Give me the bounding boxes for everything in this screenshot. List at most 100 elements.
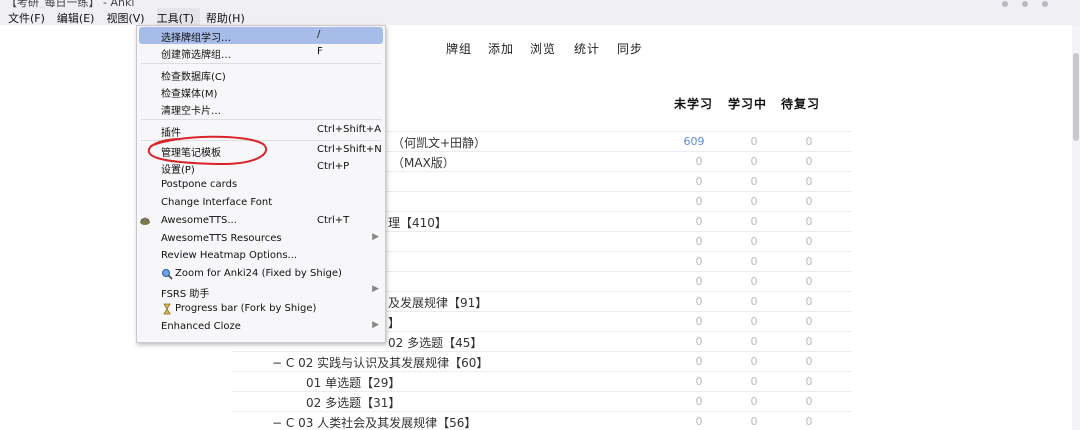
submenu-arrow-icon: ▶	[372, 232, 379, 242]
due-count: 0	[805, 335, 813, 348]
menu-item-empty-cards[interactable]: 清理空卡片…	[139, 100, 383, 117]
menu-item-label: 创建筛选牌组…	[161, 50, 231, 61]
learn-count: 0	[750, 355, 758, 368]
hourglass-icon	[161, 303, 173, 315]
due-count: 0	[805, 215, 813, 228]
menu-help[interactable]: 帮助(H)	[206, 8, 251, 25]
menu-item-label: AwesomeTTS...	[161, 215, 237, 226]
learn-count: 0	[750, 315, 758, 328]
new-count: 0	[695, 355, 703, 368]
menu-view[interactable]: 视图(V)	[106, 8, 150, 25]
deck-row[interactable]: 01 单选题【29】 0 0 0	[232, 371, 852, 391]
toolbar-browse-button[interactable]: 浏览	[530, 40, 556, 57]
maximize-icon[interactable]	[1022, 1, 1028, 7]
menu-item-create-filtered-deck[interactable]: 创建筛选牌组… F	[139, 44, 383, 61]
menu-item-enhanced-cloze[interactable]: Enhanced Cloze ▶	[139, 319, 383, 336]
menu-item-shortcut: Ctrl+Shift+A	[317, 124, 382, 135]
column-header-learning: 学习中	[728, 97, 768, 111]
deck-name[interactable]: − C 03 人类社会及其发展规律【56】	[272, 414, 476, 430]
new-count: 0	[695, 275, 703, 288]
title-bar: 【考研_每日一练】 - Anki	[0, 0, 1080, 8]
learn-count: 0	[750, 295, 758, 308]
scrollbar-thumb[interactable]	[1073, 53, 1079, 141]
minimize-icon[interactable]	[1002, 1, 1008, 7]
menu-item-fsrs-helper[interactable]: FSRS 助手 ▶	[139, 283, 383, 300]
toolbar-stats-button[interactable]: 统计	[574, 40, 600, 57]
deck-row[interactable]: 02 多选题【31】 0 0 0	[232, 391, 852, 411]
menu-bar: 文件(F) 编辑(E) 视图(V) 工具(T) 帮助(H)	[0, 8, 1080, 25]
menu-item-check-media[interactable]: 检查媒体(M)	[139, 83, 383, 100]
menu-item-check-database[interactable]: 检查数据库(C)	[139, 66, 383, 83]
menu-item-progress-bar[interactable]: Progress bar (Fork by Shige)	[139, 301, 383, 318]
menu-separator	[141, 119, 381, 120]
due-count: 0	[805, 395, 813, 408]
tools-menu: 选择牌组学习… / 创建筛选牌组… F 检查数据库(C) 检查媒体(M) 清理空…	[136, 25, 386, 343]
learn-count: 0	[750, 135, 758, 148]
menu-item-shortcut: Ctrl+P	[317, 161, 350, 172]
deck-row[interactable]: − C 02 实践与认识及其发展规律【60】 0 0 0	[232, 351, 852, 371]
menu-item-label: Enhanced Cloze	[161, 321, 241, 332]
menu-item-shortcut: /	[317, 29, 321, 40]
new-count: 0	[695, 335, 703, 348]
learn-count: 0	[750, 235, 758, 248]
menu-item-shortcut: Ctrl+Shift+N	[317, 144, 382, 155]
new-count: 609	[683, 135, 705, 148]
deck-name[interactable]: 02 多选题【31】	[306, 394, 400, 411]
column-header-due: 待复习	[781, 97, 821, 111]
new-count: 0	[695, 395, 703, 408]
toolbar-add-button[interactable]: 添加	[488, 40, 514, 57]
deck-name[interactable]: − C 02 实践与认识及其发展规律【60】	[272, 354, 488, 371]
submenu-arrow-icon: ▶	[372, 320, 379, 330]
menu-item-zoom[interactable]: Zoom for Anki24 (Fixed by Shige)	[139, 266, 383, 283]
close-icon[interactable]	[1042, 1, 1048, 7]
deck-name[interactable]: 02 多选题【45】	[388, 334, 482, 351]
due-count: 0	[805, 295, 813, 308]
new-count: 0	[695, 175, 703, 188]
menu-edit[interactable]: 编辑(E)	[57, 8, 101, 25]
due-count: 0	[805, 135, 813, 148]
deck-name[interactable]: （何凯文+田静）	[392, 134, 486, 151]
new-count: 0	[695, 235, 703, 248]
deck-name[interactable]: 01 单选题【29】	[306, 374, 400, 391]
due-count: 0	[805, 275, 813, 288]
menu-item-label: 检查媒体(M)	[161, 89, 218, 100]
vertical-scrollbar[interactable]	[1072, 25, 1080, 430]
menu-item-study-deck[interactable]: 选择牌组学习… /	[139, 27, 383, 44]
menu-separator	[141, 63, 381, 64]
menu-item-postpone-cards[interactable]: Postpone cards	[139, 177, 383, 194]
menu-item-shortcut: Ctrl+T	[317, 215, 350, 226]
due-count: 0	[805, 235, 813, 248]
menu-item-review-heatmap-options[interactable]: Review Heatmap Options...	[139, 248, 383, 265]
menu-item-change-interface-font[interactable]: Change Interface Font	[139, 195, 383, 212]
deck-name[interactable]: 理【410】	[388, 214, 447, 231]
menu-item-label: 清理空卡片…	[161, 106, 221, 117]
toolbar-decks-button[interactable]: 牌组	[446, 40, 472, 57]
column-header-new: 未学习	[674, 97, 714, 111]
menu-item-label: Postpone cards	[161, 179, 238, 190]
deck-name[interactable]: 及发展规律【91】	[388, 294, 487, 311]
learn-count: 0	[750, 255, 758, 268]
learn-count: 0	[750, 395, 758, 408]
menu-item-awesometts[interactable]: AwesomeTTS... Ctrl+T	[139, 213, 383, 230]
learn-count: 0	[750, 335, 758, 348]
menu-item-label: AwesomeTTS Resources	[161, 233, 282, 244]
learn-count: 0	[750, 195, 758, 208]
new-count: 0	[695, 215, 703, 228]
magnifier-icon	[161, 268, 173, 280]
new-count: 0	[695, 375, 703, 388]
toolbar-sync-button[interactable]: 同步	[617, 40, 643, 57]
due-count: 0	[805, 255, 813, 268]
deck-row[interactable]: − C 03 人类社会及其发展规律【56】 0 0 0	[232, 411, 852, 430]
new-count: 0	[695, 415, 703, 428]
learn-count: 0	[750, 415, 758, 428]
learn-count: 0	[750, 215, 758, 228]
menu-item-label: FSRS 助手	[161, 289, 210, 300]
menu-item-label: Progress bar (Fork by Shige)	[175, 303, 317, 314]
due-count: 0	[805, 375, 813, 388]
menu-item-awesometts-resources[interactable]: AwesomeTTS Resources ▶	[139, 231, 383, 248]
menu-item-label: Review Heatmap Options...	[161, 250, 298, 261]
menu-tools[interactable]: 工具(T)	[156, 8, 200, 25]
menu-file[interactable]: 文件(F)	[8, 8, 51, 25]
deck-name[interactable]: 】	[388, 314, 400, 331]
deck-name[interactable]: （MAX版）	[392, 154, 455, 171]
